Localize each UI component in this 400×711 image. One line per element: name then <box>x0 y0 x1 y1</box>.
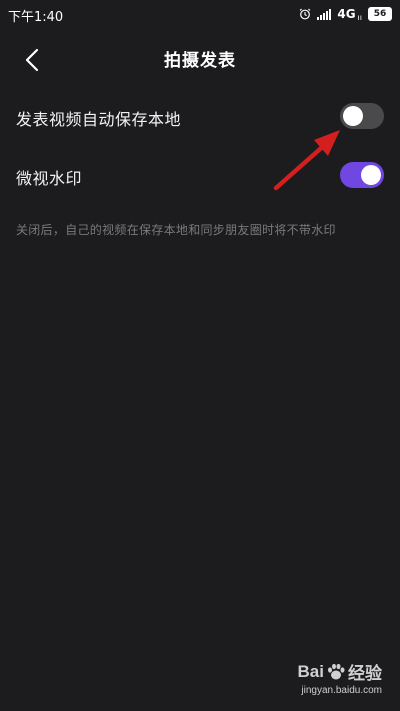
watermark-brand: Bai 经验 <box>298 659 382 684</box>
setting-label-watermark: 微视水印 <box>16 169 83 188</box>
header: 拍摄发表 <box>0 36 400 80</box>
network-activity: ıı <box>357 12 362 22</box>
watermark-brand-right: 经验 <box>348 664 382 683</box>
network-type: 4G <box>337 7 356 21</box>
watermark-url: jingyan.baidu.com <box>301 685 382 696</box>
status-bar: 下午1:40 4G ıı 56 <box>0 0 400 30</box>
setting-label-auto-save: 发表视频自动保存本地 <box>16 110 182 129</box>
status-indicators: 4G ıı 56 <box>299 6 392 22</box>
alarm-icon <box>299 8 311 20</box>
battery-indicator: 56 <box>368 7 392 21</box>
page-title: 拍摄发表 <box>164 51 236 71</box>
status-time: 下午1:40 <box>8 10 64 25</box>
signal-icon <box>317 8 332 20</box>
annotation-arrow-icon <box>273 130 340 191</box>
hint-text: 关闭后，自己的视频在保存本地和同步朋友圈时将不带水印 <box>16 223 336 237</box>
toggle-knob <box>361 165 381 185</box>
watermark-brand-left: Bai <box>297 661 324 681</box>
paw-icon <box>328 663 345 679</box>
baidu-jingyan-watermark: Bai 经验 jingyan.baidu.com <box>262 655 382 705</box>
